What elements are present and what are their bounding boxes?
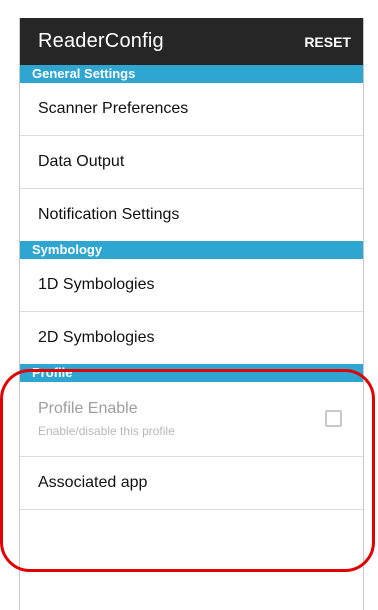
profile-enable-checkbox[interactable] [325, 410, 342, 427]
app-title: ReaderConfig [38, 30, 164, 52]
phone-screen: ReaderConfig RESET General Settings Scan… [19, 18, 364, 610]
section-header-symbology: Symbology [20, 241, 363, 259]
menu-item-scanner-preferences[interactable]: Scanner Preferences [20, 83, 363, 136]
reset-button[interactable]: RESET [292, 34, 363, 50]
profile-enable-label: Profile Enable [38, 400, 138, 417]
menu-item-1d-symbologies[interactable]: 1D Symbologies [20, 259, 363, 312]
app-bar: ReaderConfig RESET [20, 18, 363, 65]
menu-item-associated-app[interactable]: Associated app [20, 457, 363, 510]
menu-item-notification-settings[interactable]: Notification Settings [20, 189, 363, 241]
menu-item-2d-symbologies[interactable]: 2D Symbologies [20, 312, 363, 364]
profile-enable-description: Enable/disable this profile [38, 424, 175, 438]
section-header-profile: Profile [20, 364, 363, 382]
menu-item-data-output[interactable]: Data Output [20, 136, 363, 189]
section-header-general: General Settings [20, 65, 363, 83]
profile-enable-row[interactable]: Profile Enable Enable/disable this profi… [20, 382, 363, 457]
